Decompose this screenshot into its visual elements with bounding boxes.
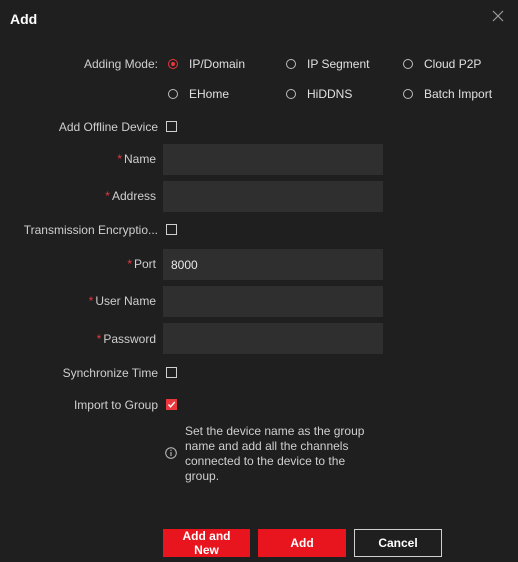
transmission-encryption-checkbox[interactable] [166,224,177,235]
name-input[interactable] [163,144,383,175]
radio-ip-segment[interactable]: IP Segment [286,57,369,71]
transmission-encryption-label: Transmission Encryptio... [23,223,158,237]
add-and-new-button[interactable]: Add and New [163,529,250,557]
port-label-text: Port [133,257,156,271]
required-mark: * [105,189,110,203]
password-label-text: Password [103,332,156,346]
required-mark: * [88,294,94,308]
radio-circle [286,59,296,69]
radio-ip-domain[interactable]: IP/Domain [168,57,245,71]
radio-circle [286,89,296,99]
address-label: * Address [105,189,156,203]
radio-circle [403,89,413,99]
add-button[interactable]: Add [258,529,346,557]
port-input[interactable] [163,249,383,280]
user-name-label: * User Name [89,294,156,308]
cancel-button[interactable]: Cancel [354,529,442,557]
password-input[interactable] [163,323,383,354]
required-mark: * [127,257,132,271]
required-mark: * [117,152,122,166]
radio-label: Batch Import [424,87,493,101]
add-offline-device-checkbox[interactable] [166,121,177,132]
address-input[interactable] [163,181,383,212]
synchronize-time-checkbox[interactable] [166,367,177,378]
adding-mode-label: Adding Mode: [83,57,158,71]
radio-label: Cloud P2P [424,57,482,71]
info-icon [165,447,177,459]
radio-circle [168,89,178,99]
dialog-title: Add [10,11,38,27]
user-name-input[interactable] [163,286,383,317]
name-label-text: Name [123,152,156,166]
radio-batch-import[interactable]: Batch Import [403,87,492,101]
radio-label: IP Segment [307,57,370,71]
close-icon[interactable] [488,6,508,26]
password-label: * Password [97,332,156,346]
radio-circle [403,59,413,69]
import-to-group-label: Import to Group [73,398,158,412]
import-group-info-text: Set the device name as the group name an… [185,424,365,483]
user-name-label-text: User Name [95,294,156,308]
add-device-dialog: Add Adding Mode: IP/Domain IP Segment Cl… [0,0,518,562]
radio-cloud-p2p[interactable]: Cloud P2P [403,57,481,71]
name-label: * Name [117,152,156,166]
radio-label: HiDDNS [307,87,353,101]
radio-ehome[interactable]: EHome [168,87,229,101]
radio-circle [168,59,178,69]
synchronize-time-label: Synchronize Time [62,366,158,380]
radio-hiddns[interactable]: HiDDNS [286,87,352,101]
import-to-group-checkbox[interactable] [166,399,177,410]
required-mark: * [96,332,102,346]
port-label: * Port [127,257,156,271]
radio-label: EHome [189,87,230,101]
radio-label: IP/Domain [189,57,246,71]
address-label-text: Address [111,189,156,203]
add-offline-device-label: Add Offline Device [58,120,158,134]
